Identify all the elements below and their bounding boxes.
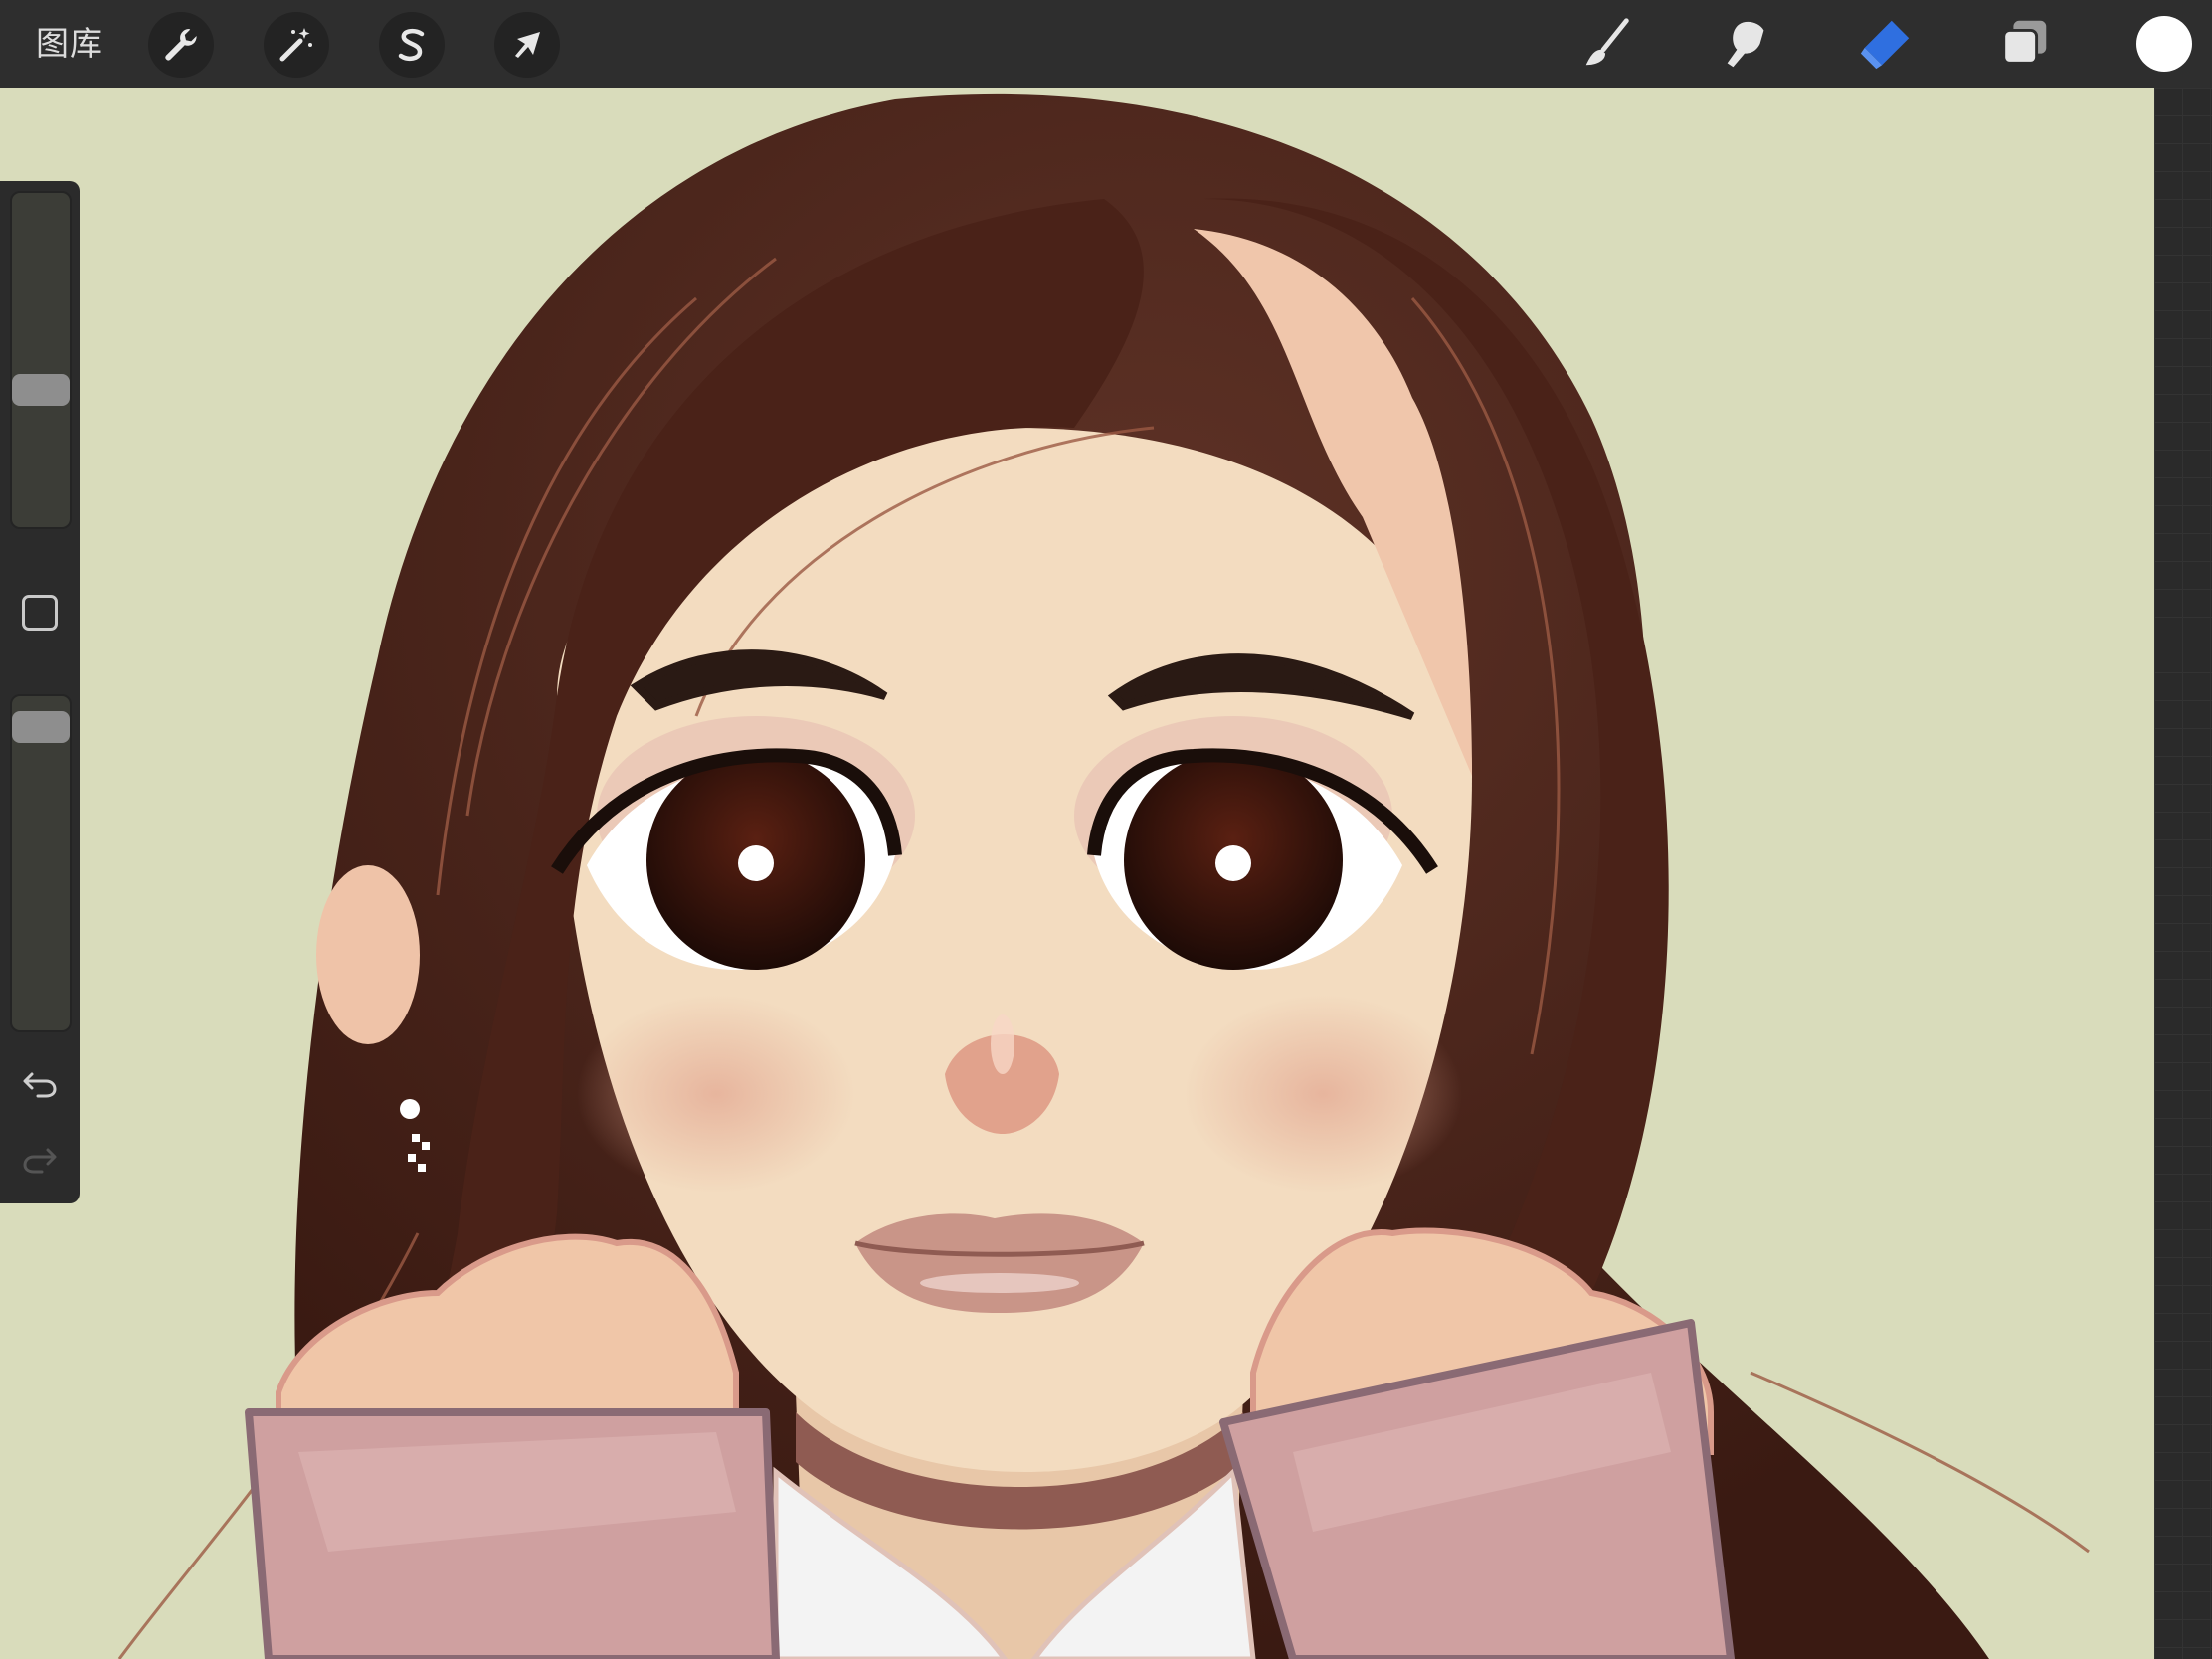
brush-icon	[1585, 18, 1629, 66]
color-picker-swatch[interactable]	[2136, 16, 2192, 72]
canvas-edge-strip	[2154, 88, 2212, 1659]
top-toolbar: 图库	[0, 0, 2212, 88]
selection-button[interactable]	[379, 12, 445, 78]
artwork-illustration	[117, 93, 2090, 1659]
brush-size-slider-thumb[interactable]	[12, 374, 70, 406]
magic-wand-icon	[279, 28, 312, 62]
ear	[316, 865, 420, 1044]
drawing-canvas[interactable]	[0, 88, 2154, 1659]
eraser-icon	[1860, 20, 1910, 70]
undo-button[interactable]	[20, 1064, 60, 1104]
smudge-tool-button[interactable]	[1717, 14, 1776, 74]
opacity-slider[interactable]	[10, 694, 72, 1032]
opacity-slider-thumb[interactable]	[12, 711, 70, 743]
arrow-cursor-icon	[515, 32, 540, 58]
selection-s-icon	[398, 28, 425, 62]
actions-button[interactable]	[148, 12, 214, 78]
undo-arrow-icon	[23, 1072, 57, 1098]
layers-icon	[2002, 20, 2047, 65]
redo-button[interactable]	[20, 1140, 60, 1180]
smudge-icon	[1727, 21, 1764, 68]
transform-button[interactable]	[494, 12, 560, 78]
adjustments-button[interactable]	[264, 12, 329, 78]
wrench-icon	[165, 29, 197, 61]
gallery-button[interactable]: 图库	[36, 22, 103, 66]
eraser-tool-button[interactable]	[1856, 14, 1916, 74]
redo-arrow-icon	[23, 1148, 57, 1174]
modify-button[interactable]	[22, 595, 58, 631]
layers-button[interactable]	[1995, 14, 2055, 74]
left-sidebar	[0, 181, 80, 1203]
brush-tool-button[interactable]	[1577, 14, 1637, 74]
brush-size-slider[interactable]	[10, 191, 72, 529]
